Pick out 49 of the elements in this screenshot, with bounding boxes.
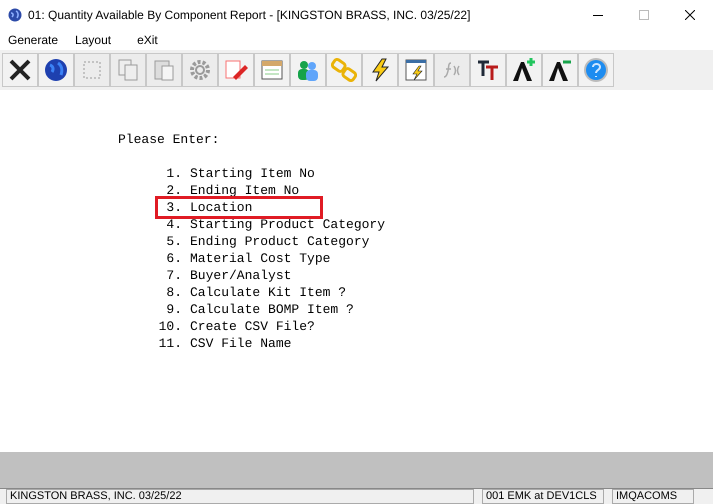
field-number: 11. xyxy=(158,335,182,352)
toolbar-button[interactable] xyxy=(470,53,506,87)
globe-icon xyxy=(43,57,69,83)
field-number: 10. xyxy=(158,318,182,335)
maximize-icon xyxy=(639,10,649,20)
field-label: CSV File Name xyxy=(190,335,292,352)
toolbar-button[interactable] xyxy=(506,53,542,87)
menu-item[interactable]: eXit xyxy=(137,31,158,49)
field-label: Create CSV File? xyxy=(190,318,315,335)
status-company: KINGSTON BRASS, INC. 03/25/22 xyxy=(6,489,474,504)
field-label: Ending Product Category xyxy=(190,233,370,250)
field-number: 2. xyxy=(165,182,182,199)
gear-icon xyxy=(187,57,213,83)
close-icon xyxy=(685,10,695,20)
field-number: 5. xyxy=(165,233,182,250)
field-number: 7. xyxy=(165,267,182,284)
lightning-form-icon xyxy=(403,57,429,83)
field-label: Calculate Kit Item ? xyxy=(190,284,346,301)
toolbar-button[interactable] xyxy=(254,53,290,87)
field-label: Starting Product Category xyxy=(190,216,386,233)
toolbar-button[interactable] xyxy=(38,53,74,87)
field-number: 9. xyxy=(165,301,182,318)
prompt-text: Please Enter: xyxy=(118,131,220,148)
toolbar-button[interactable] xyxy=(362,53,398,87)
menu-item[interactable]: Layout xyxy=(75,31,112,49)
field-number: 3. xyxy=(165,199,182,216)
status-program: IMQACOMS xyxy=(612,489,694,504)
help-icon xyxy=(583,57,609,83)
field-label: Ending Item No xyxy=(190,182,300,199)
field-number: 8. xyxy=(165,284,182,301)
toolbar-button[interactable] xyxy=(542,53,578,87)
font-increase-icon xyxy=(511,57,537,83)
close-icon xyxy=(7,57,33,83)
field-label: Starting Item No xyxy=(190,165,315,182)
chain-icon xyxy=(331,57,357,83)
field-number: 1. xyxy=(165,165,182,182)
field-label: Material Cost Type xyxy=(190,250,330,267)
field-label: Location xyxy=(190,199,252,216)
window-title: 01: Quantity Available By Component Report - [KINGSTON BRASS, INC. 03/25/22] xyxy=(28,7,470,24)
field-number: 6. xyxy=(165,250,182,267)
toolbar-button[interactable] xyxy=(2,53,38,87)
toolbar-button[interactable] xyxy=(398,53,434,87)
field-number: 4. xyxy=(165,216,182,233)
app-globe-icon xyxy=(8,8,22,22)
field-label: Calculate BOMP Item ? xyxy=(190,301,354,318)
minimize-icon xyxy=(593,14,603,16)
field-label: Buyer/Analyst xyxy=(190,267,292,284)
menu-item[interactable]: Generate xyxy=(8,31,58,49)
status-user: 001 EMK at DEV1CLS xyxy=(482,489,604,504)
